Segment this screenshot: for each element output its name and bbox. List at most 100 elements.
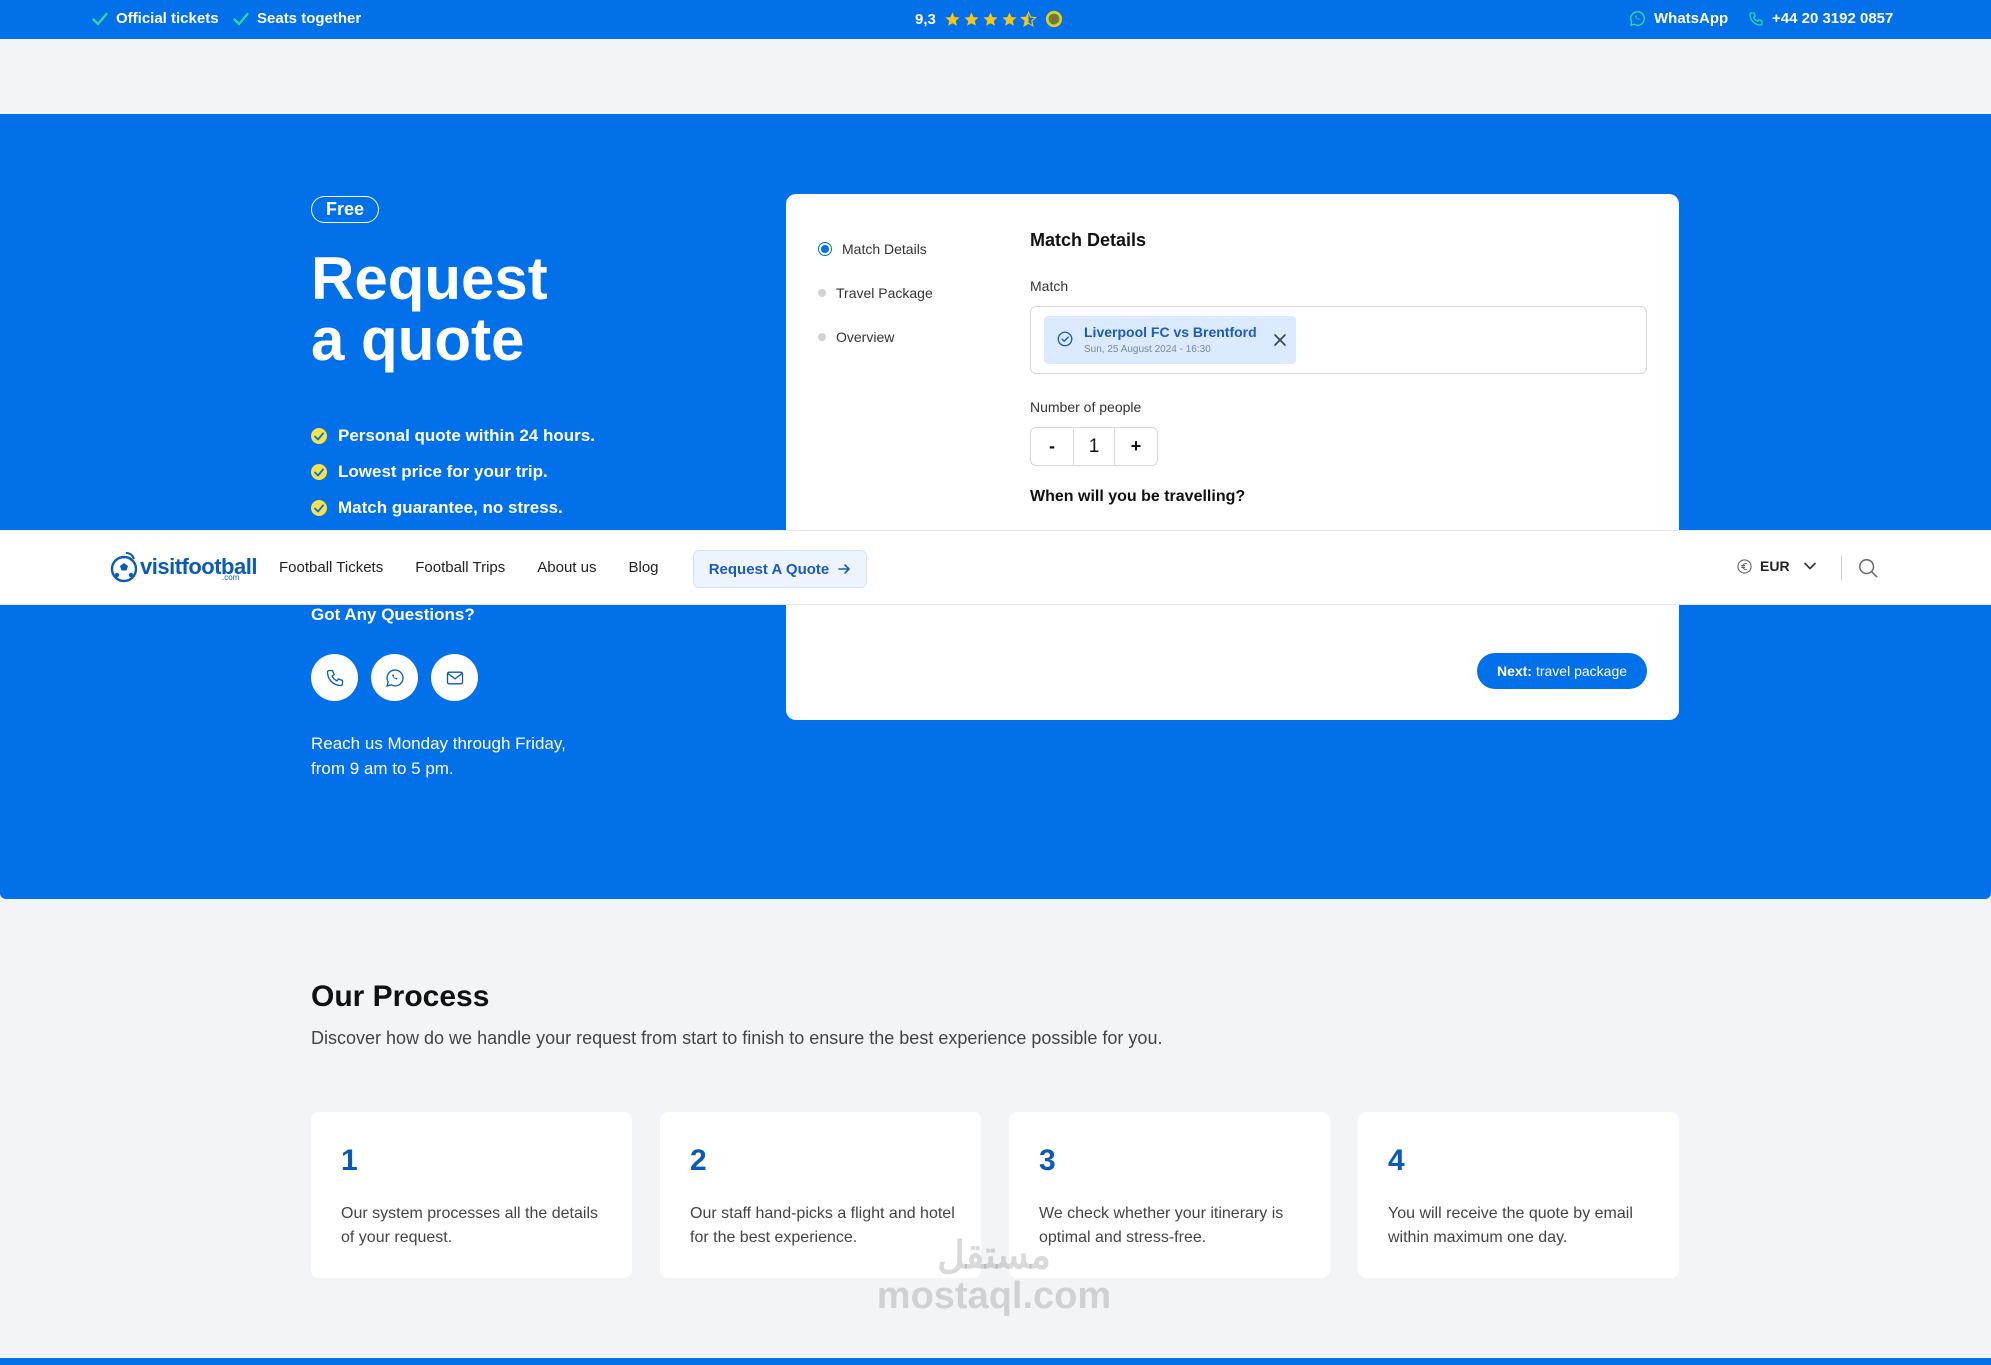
step-indicator	[818, 289, 826, 297]
process-subtitle: Discover how do we handle your request f…	[311, 1028, 1163, 1048]
phone-link[interactable]: +44 20 3192 0857	[1748, 10, 1893, 27]
step-travel-package[interactable]: Travel Package	[818, 271, 933, 315]
free-badge: Free	[311, 196, 380, 223]
whatsapp-link[interactable]: WhatsApp	[1629, 10, 1728, 27]
step-label: Match Details	[842, 241, 927, 257]
office-hours-line-2: from 9 am to 5 pm.	[311, 759, 454, 778]
next-prefix: Next:	[1496, 663, 1532, 679]
rating-value: 9,3	[915, 10, 936, 28]
match-name: Liverpool FC vs Brentford	[1084, 324, 1257, 340]
decrease-button[interactable]: -	[1031, 428, 1073, 465]
star-icon	[1002, 11, 1017, 26]
seats-together-label: Seats together	[257, 10, 362, 27]
official-tickets-badge: Official tickets	[92, 10, 219, 27]
match-date: Sun, 25 August 2024 - 16:30	[1084, 344, 1211, 355]
nav-football-trips[interactable]: Football Trips	[415, 559, 505, 576]
nav-about-us[interactable]: About us	[537, 559, 596, 576]
close-icon[interactable]	[1272, 332, 1288, 348]
phone-icon	[1749, 11, 1763, 26]
process-title: Our Process	[311, 980, 490, 1013]
currency-selector[interactable]: EUR	[1737, 558, 1816, 574]
quote-form-card: Match Details Travel Package Overview Ma…	[786, 194, 1679, 720]
step-indicator	[818, 333, 826, 341]
process-step-number: 4	[1388, 1144, 1405, 1177]
form-title: Match Details	[1030, 230, 1147, 250]
contact-buttons	[311, 654, 478, 701]
email-button[interactable]	[431, 654, 478, 701]
star-icon	[964, 11, 979, 26]
process-step-number: 3	[1039, 1144, 1056, 1177]
next-button[interactable]: Next: travel package	[1477, 653, 1647, 689]
office-hours: Reach us Monday through Friday, from 9 a…	[311, 731, 631, 781]
increase-button[interactable]: +	[1115, 428, 1157, 465]
nav-divider	[1841, 556, 1842, 580]
chevron-down-icon	[1803, 562, 1816, 570]
match-select[interactable]: Liverpool FC vs Brentford Sun, 25 August…	[1030, 306, 1647, 374]
office-hours-line-1: Reach us Monday through Friday,	[311, 734, 566, 753]
people-label: Number of people	[1030, 399, 1142, 415]
process-step-text: You will receive the quote by email with…	[1388, 1205, 1633, 1246]
benefit-text: Personal quote within 24 hours.	[338, 426, 595, 445]
star-icon	[983, 11, 998, 26]
selected-match-chip: Liverpool FC vs Brentford Sun, 25 August…	[1044, 316, 1296, 364]
review-platform-logo-icon	[1045, 10, 1062, 28]
phone-icon	[326, 669, 343, 686]
step-label: Travel Package	[836, 285, 933, 301]
process-step-number: 1	[341, 1144, 358, 1177]
whatsapp-label: WhatsApp	[1654, 10, 1729, 27]
nav-blog[interactable]: Blog	[628, 559, 658, 576]
check-circle-icon	[311, 500, 327, 516]
check-icon	[92, 12, 108, 25]
benefit-item: Match guarantee, no stress.	[311, 490, 595, 526]
form-steps: Match Details Travel Package Overview	[818, 227, 933, 359]
star-icon	[945, 11, 960, 26]
step-match-details[interactable]: Match Details	[818, 227, 933, 271]
questions-heading: Got Any Questions?	[311, 605, 475, 624]
call-button[interactable]	[311, 654, 358, 701]
benefit-text: Match guarantee, no stress.	[338, 498, 563, 517]
seats-together-badge: Seats together	[233, 10, 361, 27]
people-count[interactable]: 1	[1073, 428, 1115, 465]
benefit-list: Personal quote within 24 hours. Lowest p…	[311, 418, 595, 526]
process-step-text: Our system processes all the details of …	[341, 1205, 598, 1246]
rating-stars	[944, 10, 1037, 28]
process-card: 1 Our system processes all the details o…	[311, 1112, 632, 1278]
benefit-item: Personal quote within 24 hours.	[311, 418, 595, 454]
whatsapp-button[interactable]	[371, 654, 418, 701]
watermark: مستقل mostaql.com	[874, 1236, 1114, 1316]
page-title: Request a quote	[311, 248, 711, 370]
rating-widget[interactable]: 9,3	[915, 10, 1063, 28]
check-circle-icon	[311, 428, 327, 444]
check-icon	[233, 12, 249, 25]
request-quote-label: Request A Quote	[708, 560, 830, 578]
benefit-text: Lowest price for your trip.	[338, 462, 548, 481]
active-step-indicator	[818, 242, 832, 256]
official-tickets-label: Official tickets	[116, 10, 219, 27]
next-label: travel package	[1535, 663, 1628, 679]
site-logo[interactable]: visitfootball .com	[110, 551, 257, 583]
main-navbar: visitfootball .com Football Tickets Foot…	[0, 530, 1991, 605]
search-icon[interactable]	[1857, 557, 1879, 579]
half-star-icon	[1019, 10, 1037, 27]
whatsapp-icon	[385, 668, 404, 687]
page-title-line-1: Request	[311, 245, 548, 312]
nav-football-tickets[interactable]: Football Tickets	[279, 559, 383, 576]
check-circle-icon	[311, 464, 327, 480]
check-circle-icon	[1057, 331, 1073, 347]
match-label: Match	[1030, 278, 1069, 294]
footer-strip	[0, 1358, 1991, 1365]
process-step-number: 2	[690, 1144, 707, 1177]
page-title-line-2: a quote	[311, 306, 525, 373]
step-label: Overview	[836, 329, 895, 345]
football-logo-icon	[110, 552, 138, 583]
phone-label: +44 20 3192 0857	[1772, 10, 1894, 27]
currency-value: EUR	[1760, 558, 1790, 574]
step-overview[interactable]: Overview	[818, 315, 933, 359]
request-quote-button[interactable]: Request A Quote	[693, 550, 867, 588]
whatsapp-icon	[1629, 11, 1645, 27]
people-stepper: - 1 +	[1030, 427, 1158, 466]
top-bar: Official tickets Seats together 9,3 What…	[0, 0, 1991, 39]
travel-dates-heading: When will you be travelling?	[1030, 488, 1246, 505]
logo-text: visitfootball	[140, 554, 257, 579]
watermark-domain: mostaql.com	[876, 1275, 1112, 1317]
